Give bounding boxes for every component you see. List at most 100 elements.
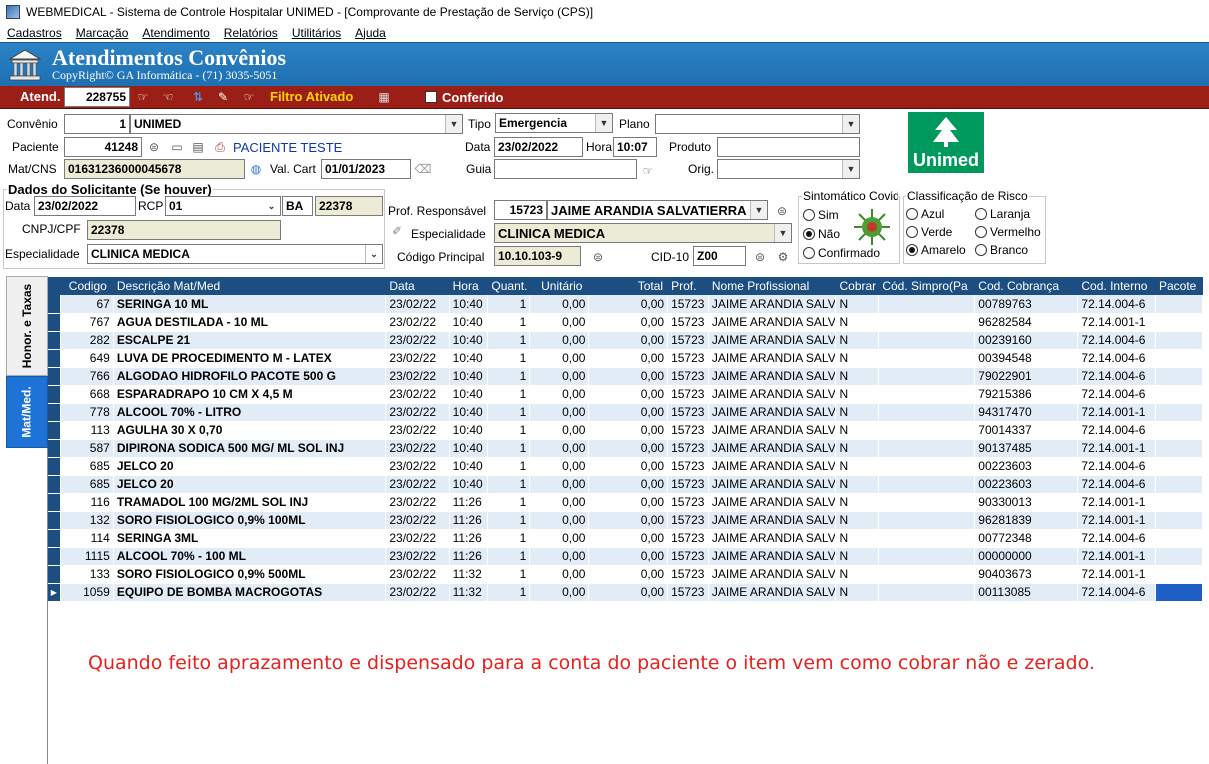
cell-descricao[interactable]: SERINGA 3ML xyxy=(113,529,387,548)
cell-cod-cobranca[interactable]: 90137485 xyxy=(974,439,1079,458)
cell-pacote[interactable] xyxy=(1155,583,1204,602)
cell-pacote[interactable] xyxy=(1155,511,1204,530)
cid-field[interactable]: Z00 xyxy=(693,246,746,266)
cell-cod-interno[interactable]: 72.14.001-1 xyxy=(1077,439,1156,458)
cell-total[interactable]: 0,00 xyxy=(588,439,669,458)
cell-prof[interactable]: 15723 xyxy=(667,457,709,476)
cell-total[interactable]: 0,00 xyxy=(588,583,669,602)
cell-cod-interno[interactable]: 72.14.004-6 xyxy=(1077,349,1156,368)
cell-total[interactable]: 0,00 xyxy=(588,367,669,386)
cell-cod-cobranca[interactable]: 00113085 xyxy=(974,583,1079,602)
cell-descricao[interactable]: ALCOOL 70% - 100 ML xyxy=(113,547,387,566)
cell-hora[interactable]: 10:40 xyxy=(449,331,489,350)
cell-pacote[interactable] xyxy=(1155,529,1204,548)
cell-pacote[interactable] xyxy=(1155,313,1204,332)
cell-descricao[interactable]: AGUA DESTILADA - 10 ML xyxy=(113,313,387,332)
table-row[interactable]: 1115 ALCOOL 70% - 100 ML 23/02/22 11:26 1 0,0… xyxy=(48,547,1204,566)
cell-cod-interno[interactable]: 72.14.004-6 xyxy=(1077,583,1156,602)
cell-total[interactable]: 0,00 xyxy=(588,349,669,368)
cell-quant[interactable]: 1 xyxy=(487,421,531,440)
cell-nome-profissional[interactable]: JAIME ARANDIA SALVA xyxy=(708,565,837,584)
cell-hora[interactable]: 11:26 xyxy=(449,529,489,548)
cell-nome-profissional[interactable]: JAIME ARANDIA SALVA xyxy=(708,421,837,440)
cell-descricao[interactable]: AGULHA 30 X 0,70 xyxy=(113,421,387,440)
col-header-cod-cobranca[interactable]: Cod. Cobrança xyxy=(974,277,1079,295)
cell-pacote[interactable] xyxy=(1155,367,1204,386)
cell-data[interactable]: 23/02/22 xyxy=(385,457,450,476)
cell-codigo[interactable]: 116 xyxy=(60,493,114,512)
cell-cod-simpro[interactable] xyxy=(878,313,976,332)
prof-code-field[interactable]: 15723 xyxy=(494,200,547,220)
cell-hora[interactable]: 10:40 xyxy=(449,349,489,368)
syringe-icon[interactable]: ✐ xyxy=(388,222,406,240)
cell-data[interactable]: 23/02/22 xyxy=(385,439,450,458)
cell-nome-profissional[interactable]: JAIME ARANDIA SALVA xyxy=(708,367,837,386)
cell-codigo[interactable]: 1115 xyxy=(60,547,114,566)
risco-option-branco[interactable]: Branco xyxy=(975,243,1028,257)
cell-codigo[interactable]: 133 xyxy=(60,565,114,584)
cell-cobrar[interactable]: N xyxy=(835,493,880,512)
cell-quant[interactable]: 1 xyxy=(487,511,531,530)
col-header-cod-simpro[interactable]: Cód. Simpro(Pa xyxy=(878,277,976,295)
tipo-select[interactable]: Emergencia ▼ xyxy=(495,113,613,133)
tab-honor-taxas[interactable]: Honor. e Taxas xyxy=(6,276,48,376)
card-scan-icon[interactable]: ▤ xyxy=(189,138,207,156)
risco-option-laranja[interactable]: Laranja xyxy=(975,207,1030,221)
calculator-icon[interactable]: ▦ xyxy=(375,88,393,106)
cell-nome-profissional[interactable]: JAIME ARANDIA SALVA xyxy=(708,511,837,530)
pointing-hand-icon[interactable]: ☞ xyxy=(134,88,152,106)
cell-cod-cobranca[interactable]: 90403673 xyxy=(974,565,1079,584)
valcart-field[interactable]: 01/01/2023 xyxy=(321,159,411,179)
cell-hora[interactable]: 11:26 xyxy=(449,493,489,512)
cell-nome-profissional[interactable]: JAIME ARANDIA SALVA xyxy=(708,529,837,548)
cell-nome-profissional[interactable]: JAIME ARANDIA SALVA xyxy=(708,295,837,314)
cell-cod-simpro[interactable] xyxy=(878,547,976,566)
row-indicator[interactable] xyxy=(48,295,61,314)
cell-cobrar[interactable]: N xyxy=(835,529,880,548)
prof-especialidade-select[interactable]: CLINICA MEDICA ▼ xyxy=(494,223,792,243)
cell-cod-cobranca[interactable]: 00789763 xyxy=(974,295,1079,314)
cell-pacote[interactable] xyxy=(1155,457,1204,476)
tab-mat-med[interactable]: Mat/Med. xyxy=(6,376,48,448)
cell-quant[interactable]: 1 xyxy=(487,529,531,548)
cell-descricao[interactable]: SERINGA 10 ML xyxy=(113,295,387,314)
chevron-down-icon[interactable]: ▼ xyxy=(445,115,462,133)
chevron-down-icon[interactable]: ⌄ xyxy=(263,197,280,215)
cell-prof[interactable]: 15723 xyxy=(667,529,709,548)
cell-descricao[interactable]: ALCOOL 70% - LITRO xyxy=(113,403,387,422)
cell-pacote[interactable] xyxy=(1155,349,1204,368)
cell-quant[interactable]: 1 xyxy=(487,349,531,368)
atend-number-field[interactable]: 228755 xyxy=(64,87,130,107)
current-row-indicator-icon[interactable]: ▶ xyxy=(48,583,61,602)
cell-cod-cobranca[interactable]: 00394548 xyxy=(974,349,1079,368)
cell-data[interactable]: 23/02/22 xyxy=(385,385,450,404)
row-indicator[interactable] xyxy=(48,457,61,476)
cell-cobrar[interactable]: N xyxy=(835,313,880,332)
cell-data[interactable]: 23/02/22 xyxy=(385,295,450,314)
cell-codigo[interactable]: 67 xyxy=(60,295,114,314)
convenio-select[interactable]: UNIMED ▼ xyxy=(130,114,463,134)
cell-data[interactable]: 23/02/22 xyxy=(385,421,450,440)
cell-cobrar[interactable]: N xyxy=(835,367,880,386)
cell-hora[interactable]: 10:40 xyxy=(449,313,489,332)
plano-select[interactable]: ▼ xyxy=(655,114,860,134)
cell-prof[interactable]: 15723 xyxy=(667,493,709,512)
row-indicator[interactable] xyxy=(48,493,61,512)
cell-pacote[interactable] xyxy=(1155,475,1204,494)
cell-data[interactable]: 23/02/22 xyxy=(385,313,450,332)
cell-quant[interactable]: 1 xyxy=(487,439,531,458)
cell-cobrar[interactable]: N xyxy=(835,565,880,584)
col-header-codigo[interactable]: Codigo xyxy=(60,277,114,295)
row-indicator[interactable] xyxy=(48,511,61,530)
cell-cobrar[interactable]: N xyxy=(835,349,880,368)
cell-data[interactable]: 23/02/22 xyxy=(385,493,450,512)
menu-utilitarios[interactable]: Utilitários xyxy=(292,26,341,40)
cell-codigo[interactable]: 778 xyxy=(60,403,114,422)
cell-descricao[interactable]: TRAMADOL 100 MG/2ML SOL INJ xyxy=(113,493,387,512)
cell-cod-simpro[interactable] xyxy=(878,457,976,476)
cell-data[interactable]: 23/02/22 xyxy=(385,475,450,494)
row-indicator[interactable] xyxy=(48,367,61,386)
cell-descricao[interactable]: ESPARADRAPO 10 CM X 4,5 M xyxy=(113,385,387,404)
cell-prof[interactable]: 15723 xyxy=(667,349,709,368)
cell-codigo[interactable]: 685 xyxy=(60,475,114,494)
